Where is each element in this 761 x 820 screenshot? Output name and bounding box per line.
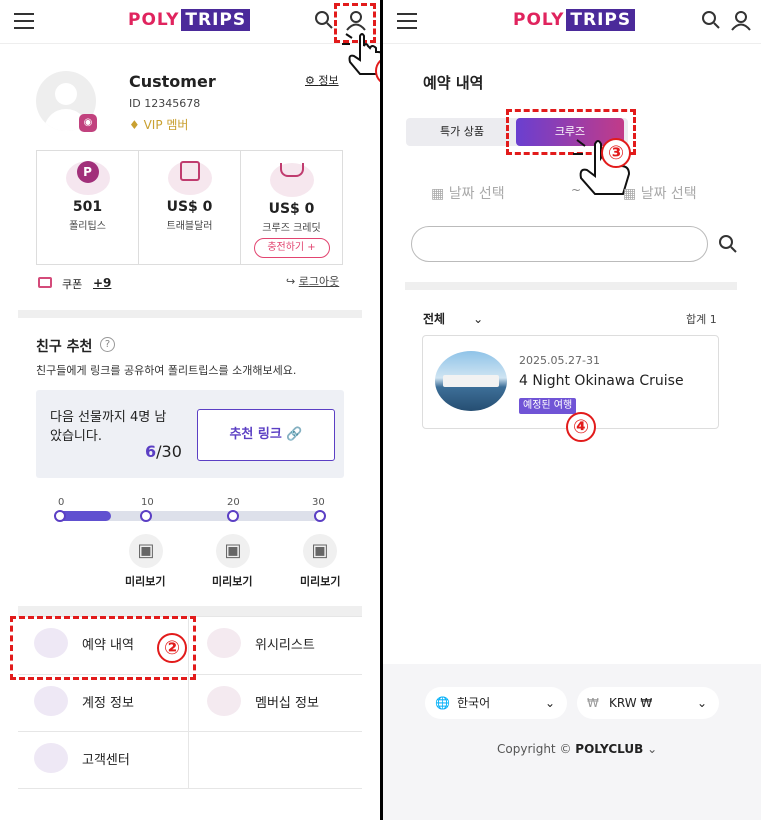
search-icon[interactable] (314, 10, 334, 32)
annotation-number-3: ③ (601, 138, 631, 168)
total-count: 합계 1 (686, 313, 717, 326)
search-icon[interactable] (701, 10, 721, 32)
won-coin-icon: ₩ (587, 696, 599, 710)
tick-label: 10 (141, 497, 154, 508)
globe-icon: 🌐 (435, 696, 450, 710)
copyright: Copyright © POLYCLUB ⌄ (497, 742, 658, 756)
filter-dropdown[interactable]: 전체 ⌄ (423, 310, 483, 327)
charge-button[interactable]: 충전하기 + (253, 238, 330, 258)
date-from[interactable]: ▦ 날짜 선택 (431, 183, 505, 203)
tab-special-deals[interactable]: 특가 상품 (406, 118, 518, 146)
date-to[interactable]: ▦ 날짜 선택 (623, 183, 697, 203)
stat-label: 트래블달러 (166, 221, 213, 232)
logout-link[interactable]: ↪ 로그아웃 (286, 273, 339, 289)
gift-text-line1: 다음 선물까지 4명 남 (50, 410, 167, 425)
header: POLY TRIPS (383, 0, 761, 44)
profile-name: Customer (129, 72, 216, 91)
menu-item-account[interactable]: 계정 정보 (34, 686, 134, 716)
tick-dot (54, 510, 66, 522)
camera-icon[interactable]: ◉ (79, 114, 97, 132)
progress-track (58, 511, 322, 521)
booking-title: 4 Night Okinawa Cruise (519, 373, 684, 389)
info-link[interactable]: ⚙ 정보 (305, 72, 339, 88)
page-title: 예약 내역 (423, 74, 484, 92)
chevron-down-icon: ⌄ (473, 312, 484, 326)
link-icon: 🔗 (286, 427, 303, 442)
logo[interactable]: POLY TRIPS (513, 9, 636, 31)
divider (18, 310, 362, 318)
status-badge: 예정된 여행 (519, 398, 577, 414)
hamburger-menu-icon[interactable] (14, 13, 34, 29)
calendar-icon: ▦ (431, 186, 449, 202)
divider (405, 282, 737, 290)
gear-icon: ⚙ (305, 74, 319, 87)
chat-icon (34, 743, 68, 773)
stat-value: US$ 0 (166, 199, 213, 215)
referral-link-button[interactable]: 추천 링크 🔗 (197, 409, 335, 461)
stat-value: US$ 0 (268, 201, 315, 217)
date-separator: ~ (571, 183, 582, 197)
help-icon[interactable]: ? (100, 337, 115, 352)
cruise-ship-image (435, 351, 507, 411)
chevron-down-icon[interactable]: ⌄ (647, 742, 657, 756)
gift-text-line2: 았습니다. (50, 429, 102, 444)
ship-icon (269, 163, 314, 197)
chevron-down-icon: ⌄ (696, 696, 707, 710)
language-select[interactable]: 🌐 한국어 ⌄ (425, 687, 567, 719)
user-icon[interactable] (731, 10, 751, 32)
stat-value: 501 (72, 199, 103, 215)
preview-label[interactable]: 미리보기 (212, 573, 252, 589)
calendar-icon: ▦ (623, 186, 641, 202)
gift-icon[interactable]: ▣ (129, 534, 163, 568)
stat-traveldollar: US$ 0 트래블달러 (138, 150, 241, 265)
tick-dot (314, 510, 326, 522)
menu-item-support[interactable]: 고객센터 (34, 743, 130, 773)
card-icon (207, 686, 241, 716)
diamond-icon: ♦ (129, 118, 144, 132)
coupon-icon (38, 277, 52, 288)
stat-label: 폴리팁스 (69, 221, 106, 232)
suitcase-icon (167, 161, 212, 195)
tick-dot (140, 510, 152, 522)
right-panel: POLY TRIPS 예약 내역 특가 상품 크루즈 ③ ▦ 날짜 선택 ~ ▦ … (383, 0, 761, 820)
search-input[interactable] (411, 226, 708, 262)
tick-label: 0 (58, 497, 65, 508)
search-icon[interactable] (718, 234, 738, 256)
coupon-label: 쿠폰 (62, 278, 83, 291)
left-panel: POLYTRIPS ① ◉ Customer ID 12345678 ♦ VIP… (0, 0, 380, 820)
tick-label: 30 (312, 497, 325, 508)
booking-date: 2025.05.27-31 (519, 354, 600, 367)
currency-select[interactable]: ₩ KRW ₩ ⌄ (577, 687, 719, 719)
logout-icon: ↪ (286, 275, 299, 288)
tick-dot (227, 510, 239, 522)
gift-icon[interactable]: ▣ (303, 534, 337, 568)
footer: 🌐 한국어 ⌄ ₩ KRW ₩ ⌄ Copyright © POLYCLUB ⌄ (383, 664, 761, 820)
member-tier: ♦ VIP 멤버 (129, 118, 189, 132)
chevron-down-icon: ⌄ (544, 696, 555, 710)
annotation-number-4: ④ (566, 412, 596, 442)
logo[interactable]: POLY TRIPS (128, 9, 251, 31)
preview-label[interactable]: 미리보기 (125, 573, 165, 589)
stat-cruisecredit: US$ 0 크루즈 크레딧 충전하기 + (240, 150, 343, 265)
profile-id: ID 12345678 (129, 97, 201, 110)
hamburger-menu-icon[interactable] (397, 13, 417, 29)
divider (18, 606, 362, 616)
user-gear-icon (34, 686, 68, 716)
referral-progress: 6/30 (145, 442, 182, 461)
coupon-count[interactable]: +9 (93, 276, 111, 290)
stat-polytips: P 501 폴리팁스 (36, 150, 139, 265)
preview-label[interactable]: 미리보기 (300, 573, 340, 589)
map-heart-icon (207, 628, 241, 658)
header: POLY TRIPS (0, 0, 380, 44)
referral-desc: 친구들에게 링크를 공유하여 폴리트립스를 소개해보세요. (36, 364, 297, 377)
coin-p-icon: P (65, 161, 110, 195)
menu-item-membership[interactable]: 멤버십 정보 (207, 686, 319, 716)
menu-item-wishlist[interactable]: 위시리스트 (207, 628, 315, 658)
tick-label: 20 (227, 497, 240, 508)
annotation-number-2: ② (157, 633, 187, 663)
referral-title: 친구 추천 (36, 339, 93, 355)
stat-label: 크루즈 크레딧 (262, 223, 321, 234)
gift-icon[interactable]: ▣ (216, 534, 250, 568)
